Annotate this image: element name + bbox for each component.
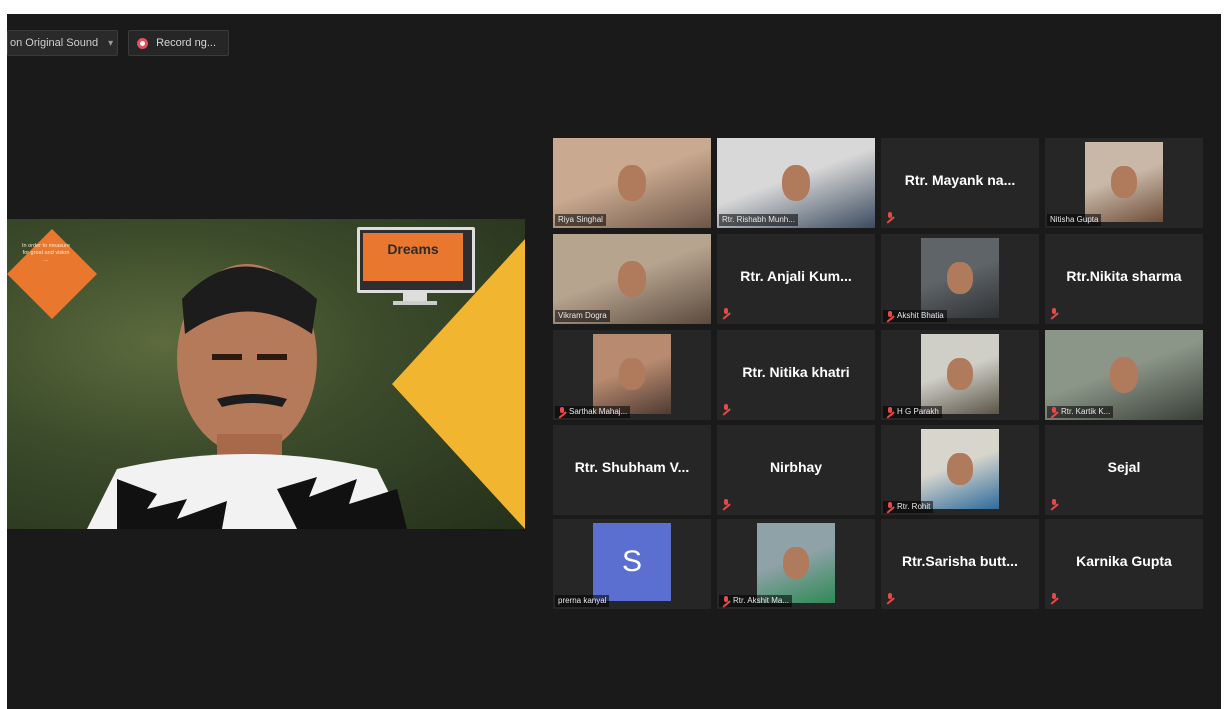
top-toolbar: on Original Sound ▾ Record ng...: [7, 30, 230, 56]
participant-tile[interactable]: Rtr. Rohit: [881, 425, 1039, 515]
participant-tile[interactable]: Rtr.Sarisha butt...: [881, 519, 1039, 609]
chevron-down-icon[interactable]: ▾: [108, 38, 113, 49]
participant-gallery: Riya Singhal Rtr. Rishabh Munh... Rtr. May…: [553, 138, 1203, 609]
participant-tile[interactable]: Nitisha Gupta: [1045, 138, 1203, 228]
participant-name: Karnika Gupta: [1076, 553, 1172, 569]
muted-mic-icon: [886, 407, 894, 417]
participant-tile[interactable]: Rtr. Akshit Ma...: [717, 519, 875, 609]
participant-name: Sarthak Mahaj...: [569, 407, 628, 416]
recording-indicator[interactable]: Record ng...: [128, 30, 230, 56]
participant-name: Rtr. Mayank na...: [904, 172, 1016, 188]
participant-tile[interactable]: Sprerna kanyal: [553, 519, 711, 609]
participant-name: Rtr. Rohit: [897, 502, 931, 511]
dreams-panel: Dreams: [363, 233, 463, 281]
muted-mic-icon: [1050, 407, 1058, 417]
participant-name: Rtr. Anjali Kum...: [740, 268, 852, 284]
shared-screen: In order to measure for great and vision…: [7, 219, 525, 529]
participant-name: Rtr. Shubham V...: [574, 459, 690, 475]
participant-tile[interactable]: Sejal: [1045, 425, 1203, 515]
participant-tile[interactable]: H G Parakh: [881, 330, 1039, 420]
participant-video: [593, 334, 671, 414]
participant-video: [1085, 142, 1163, 222]
participant-tile[interactable]: Vikram Dogra: [553, 234, 711, 324]
muted-mic-icon: [886, 502, 894, 512]
original-sound-button[interactable]: on Original Sound ▾: [7, 30, 119, 56]
participant-name-label: prerna kanyal: [555, 595, 610, 607]
participant-name: Nitisha Gupta: [1050, 215, 1099, 224]
participant-tile[interactable]: Rtr. Rishabh Munh...: [717, 138, 875, 228]
participant-name-label: Vikram Dogra: [555, 310, 610, 322]
participant-name-label: Rtr. Akshit Ma...: [719, 595, 793, 607]
participant-name-label: Sarthak Mahaj...: [555, 406, 631, 418]
participant-name-label: Rtr. Rishabh Munh...: [719, 214, 798, 226]
muted-mic-icon: [1050, 593, 1058, 603]
muted-mic-icon: [1050, 308, 1058, 318]
participant-name: Rtr. Nitika khatri: [742, 364, 850, 380]
participant-name: Sejal: [1107, 459, 1141, 475]
record-icon: [137, 37, 149, 49]
meeting-window: on Original Sound ▾ Record ng... In orde…: [7, 14, 1221, 709]
participant-tile[interactable]: Karnika Gupta: [1045, 519, 1203, 609]
participant-name: Vikram Dogra: [558, 311, 607, 320]
participant-name: Riya Singhal: [558, 215, 603, 224]
participant-name-label: Nitisha Gupta: [1047, 214, 1102, 226]
participant-tile[interactable]: Rtr.Nikita sharma: [1045, 234, 1203, 324]
muted-mic-icon: [1050, 499, 1058, 509]
participant-name: H G Parakh: [897, 407, 939, 416]
participant-name-label: Rtr. Rohit: [883, 501, 934, 513]
muted-mic-icon: [886, 212, 894, 222]
avatar: S: [593, 523, 671, 601]
participant-name: prerna kanyal: [558, 596, 607, 605]
muted-mic-icon: [558, 407, 566, 417]
participant-name-label: Rtr. Kartik K...: [1047, 406, 1114, 418]
participant-name-label: Akshit Bhatia: [883, 310, 947, 322]
participant-name-label: H G Parakh: [883, 406, 942, 418]
monitor-graphic: Dreams: [357, 227, 475, 313]
participant-name: Rtr.Nikita sharma: [1066, 268, 1182, 284]
participant-name: Akshit Bhatia: [897, 311, 944, 320]
participant-tile[interactable]: Nirbhay: [717, 425, 875, 515]
muted-mic-icon: [722, 404, 730, 414]
participant-name: Rtr. Rishabh Munh...: [722, 215, 795, 224]
recording-label: Record ng...: [156, 37, 217, 49]
participant-video: [921, 429, 999, 509]
participant-tile[interactable]: Rtr. Shubham V...: [553, 425, 711, 515]
participant-name: Rtr. Kartik K...: [1061, 407, 1111, 416]
participant-name: Rtr. Akshit Ma...: [733, 596, 790, 605]
participant-tile[interactable]: Rtr. Mayank na...: [881, 138, 1039, 228]
participant-name: Nirbhay: [769, 459, 823, 475]
participant-video: [921, 334, 999, 414]
participant-video: [757, 523, 835, 603]
muted-mic-icon: [886, 593, 894, 603]
diamond-caption: In order to measure for great and vision…: [22, 243, 70, 263]
muted-mic-icon: [722, 596, 730, 606]
muted-mic-icon: [722, 499, 730, 509]
participant-name-label: Riya Singhal: [555, 214, 606, 226]
participant-tile[interactable]: Sarthak Mahaj...: [553, 330, 711, 420]
participant-video: [921, 238, 999, 318]
muted-mic-icon: [722, 308, 730, 318]
original-sound-label: on Original Sound: [10, 37, 99, 49]
participant-tile[interactable]: Rtr. Nitika khatri: [717, 330, 875, 420]
participant-name: Rtr.Sarisha butt...: [902, 553, 1018, 569]
participant-tile[interactable]: Rtr. Kartik K...: [1045, 330, 1203, 420]
participant-tile[interactable]: Riya Singhal: [553, 138, 711, 228]
participant-tile[interactable]: Rtr. Anjali Kum...: [717, 234, 875, 324]
muted-mic-icon: [886, 311, 894, 321]
participant-tile[interactable]: Akshit Bhatia: [881, 234, 1039, 324]
